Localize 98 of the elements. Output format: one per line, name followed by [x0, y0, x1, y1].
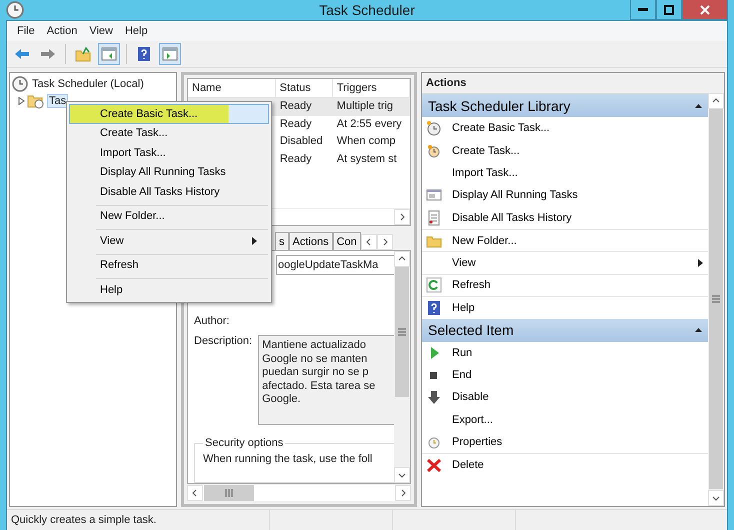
tree-item[interactable]: Task Scheduler (Local) [30, 76, 146, 90]
command-link[interactable]: View [422, 251, 708, 274]
column-header[interactable]: Status [276, 79, 333, 97]
menu-item[interactable]: Disable All Tasks History [69, 182, 269, 202]
scroll-right-button[interactable] [395, 485, 411, 501]
submenu-arrow-icon [251, 236, 258, 245]
tab-scroll-right-button[interactable] [376, 234, 393, 250]
chevron-up-icon [712, 97, 720, 105]
submenu-arrow-icon [697, 259, 704, 268]
description-label: Description: [194, 335, 252, 349]
close-button[interactable] [682, 0, 728, 20]
maximize-button[interactable] [656, 0, 682, 20]
pane-icon [101, 47, 117, 61]
chevron-down-icon [712, 494, 720, 502]
expand-icon[interactable] [18, 96, 25, 104]
section-header[interactable]: Selected Item [422, 318, 708, 342]
column-header[interactable]: Triggers [332, 79, 410, 97]
grip-icon [225, 489, 233, 497]
help-icon [137, 46, 151, 62]
menu-item[interactable]: File [11, 25, 41, 37]
menu-item[interactable]: Import Task... [69, 143, 269, 162]
command-link[interactable]: Disable [422, 386, 708, 409]
chevron-right-icon [399, 489, 407, 497]
scroll-left-button[interactable] [187, 485, 203, 501]
scroll-up-button[interactable] [394, 251, 410, 267]
section-header[interactable]: Task Scheduler Library [422, 94, 708, 117]
grip-icon [398, 328, 406, 336]
command-link[interactable]: Disable All Tasks History [422, 206, 708, 229]
menu-item[interactable]: Display All Running Tasks [69, 162, 269, 182]
command-link[interactable]: Create Basic Task... [422, 117, 708, 140]
chevron-down-icon [398, 471, 406, 479]
tab-scroll-left-button[interactable] [360, 234, 377, 250]
menu-item[interactable]: Action [40, 25, 84, 37]
tab[interactable]: Con [332, 232, 361, 250]
command-link[interactable]: Import Task... [422, 162, 708, 184]
actions-header: Actions [422, 73, 708, 94]
table-cell-text: When comp [336, 134, 396, 149]
tab[interactable]: s [275, 232, 288, 250]
scroll-down-button[interactable] [708, 490, 724, 506]
scroll-down-button[interactable] [394, 467, 410, 483]
folder-clock-icon [27, 92, 45, 108]
menu-item[interactable]: Create Task... [69, 124, 269, 143]
clock-icon [12, 76, 28, 92]
command-link[interactable]: New Folder... [422, 228, 708, 252]
refresh-icon [426, 277, 442, 294]
command-link[interactable]: Create Task... [422, 139, 708, 162]
down-arrow-icon [426, 389, 442, 406]
group-title: Security options [204, 437, 284, 449]
grip-icon [712, 295, 720, 303]
command-link[interactable]: Refresh [422, 274, 708, 296]
table-cell-text: Ready [278, 116, 313, 132]
status-text: Quickly creates a simple task. [7, 510, 270, 530]
command-link[interactable]: Export... [422, 408, 708, 432]
back-arrow-icon [14, 48, 30, 60]
table-cell-text: Multiple trig [336, 99, 394, 114]
pane-icon [162, 47, 178, 61]
show-actions-button[interactable] [159, 43, 181, 65]
security-text: When running the task, use the foll [203, 453, 372, 465]
chevron-right-icon [398, 213, 406, 221]
folder-icon [75, 46, 91, 62]
menu-item[interactable]: Create Basic Task... [69, 104, 269, 124]
chevron-left-icon [364, 238, 373, 246]
scroll-up-button[interactable] [708, 93, 724, 109]
show-tree-button[interactable] [98, 43, 120, 65]
command-link[interactable]: Run [422, 342, 708, 364]
name-field[interactable]: oogleUpdateTaskMa [276, 255, 394, 275]
close-icon [700, 4, 710, 14]
command-link[interactable]: Delete [422, 453, 708, 476]
delete-icon [426, 457, 442, 474]
command-link[interactable]: End [422, 364, 708, 386]
minimize-icon [638, 8, 648, 12]
clock-icon [426, 120, 442, 136]
clock-icon [426, 142, 442, 159]
menu-item[interactable]: View [83, 25, 119, 37]
table-cell-text: At system st [336, 152, 398, 166]
forward-arrow-icon [40, 48, 56, 60]
chevron-up-icon [398, 255, 406, 263]
tab[interactable]: Actions [288, 232, 333, 250]
column-header[interactable]: Name [188, 79, 276, 97]
author-label: Author: [194, 315, 230, 327]
table-cell-text: Ready [278, 99, 313, 114]
tree-item[interactable]: Tas [47, 94, 68, 108]
window-list-icon [426, 187, 442, 204]
help-icon [426, 300, 442, 316]
list-icon [426, 210, 442, 226]
scroll-right-button[interactable] [394, 209, 410, 225]
minimize-button[interactable] [630, 0, 656, 20]
command-link[interactable]: Properties [422, 431, 708, 454]
menu-item[interactable]: Help [118, 25, 154, 37]
chevron-left-icon [191, 489, 199, 497]
table-cell-text: At 2:55 every [336, 116, 403, 132]
table-cell-text: Disabled [278, 134, 324, 149]
description-field[interactable]: Mantiene actualizado Google no se manten puedan surgir no se p afectado. Esta tarea se Google. [258, 335, 394, 425]
chevron-right-icon [380, 238, 389, 246]
maximize-icon [664, 4, 674, 14]
command-link[interactable]: Display All Running Tasks [422, 184, 708, 207]
window-title: Task Scheduler [318, 2, 416, 18]
table-cell-text: Ready [278, 152, 313, 166]
